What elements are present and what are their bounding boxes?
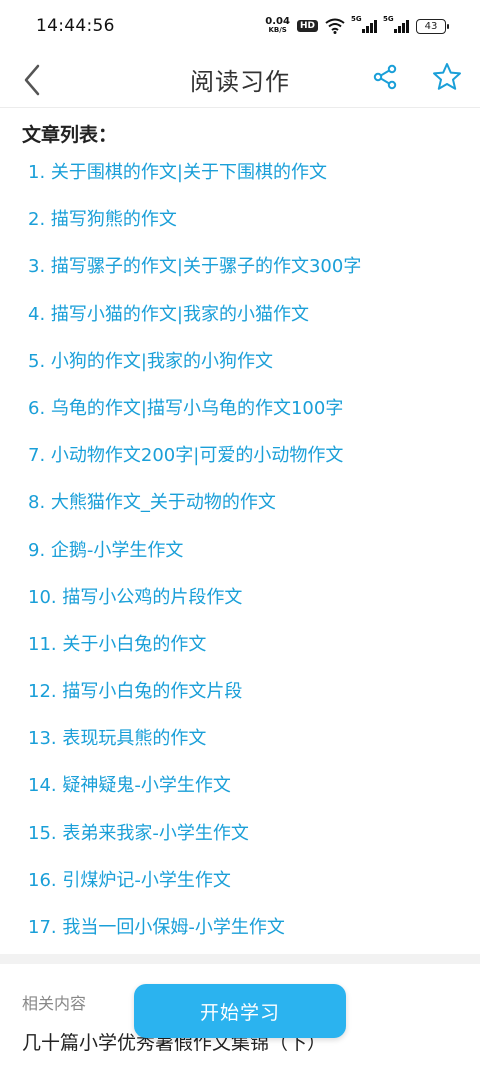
network-speed: 0.04 KB/S xyxy=(265,16,290,35)
article-list-section: 文章列表： 1. 关于围棋的作文|关于下围棋的作文 2. 描写狗熊的作文 3. … xyxy=(0,108,480,954)
start-learning-button[interactable]: 开始学习 xyxy=(134,984,346,1038)
page-title: 阅读习作 xyxy=(190,68,290,96)
article-item[interactable]: 12. 描写小白兔的作文片段 xyxy=(28,677,361,724)
article-item[interactable]: 14. 疑神疑鬼-小学生作文 xyxy=(28,771,361,818)
article-list: 1. 关于围棋的作文|关于下围棋的作文 2. 描写狗熊的作文 3. 描写骡子的作… xyxy=(28,158,361,960)
battery-icon: 43 xyxy=(416,18,449,34)
article-item[interactable]: 8. 大熊猫作文_关于动物的作文 xyxy=(28,488,361,535)
signal-icon: 5G xyxy=(351,15,377,33)
wifi-icon xyxy=(325,18,345,34)
article-item[interactable]: 1. 关于围棋的作文|关于下围棋的作文 xyxy=(28,158,361,205)
article-item[interactable]: 11. 关于小白兔的作文 xyxy=(28,630,361,677)
article-item[interactable]: 16. 引煤炉记-小学生作文 xyxy=(28,866,361,913)
section-divider xyxy=(0,954,480,964)
favorite-star-icon[interactable] xyxy=(432,62,462,92)
article-item[interactable]: 5. 小狗的作文|我家的小狗作文 xyxy=(28,347,361,394)
share-icon[interactable] xyxy=(372,64,398,90)
signal-icon-2: 5G xyxy=(383,15,409,33)
article-item[interactable]: 10. 描写小公鸡的片段作文 xyxy=(28,583,361,630)
status-time: 14:44:56 xyxy=(36,16,115,36)
nav-bar: 阅读习作 xyxy=(0,52,480,108)
article-item[interactable]: 6. 乌龟的作文|描写小乌龟的作文100字 xyxy=(28,394,361,441)
article-list-header: 文章列表： xyxy=(22,124,118,146)
hd-badge: HD xyxy=(296,20,318,32)
related-content-label: 相关内容 xyxy=(22,994,87,1013)
article-item[interactable]: 13. 表现玩具熊的作文 xyxy=(28,724,361,771)
article-item[interactable]: 15. 表弟来我家-小学生作文 xyxy=(28,819,361,866)
status-icons: 0.04 KB/S HD 5G 5G 43 xyxy=(265,15,449,35)
article-item[interactable]: 4. 描写小猫的作文|我家的小猫作文 xyxy=(28,300,361,347)
article-item[interactable]: 3. 描写骡子的作文|关于骡子的作文300字 xyxy=(28,252,361,299)
article-item[interactable]: 9. 企鹅-小学生作文 xyxy=(28,536,361,583)
article-item[interactable]: 7. 小动物作文200字|可爱的小动物作文 xyxy=(28,441,361,488)
status-bar: 14:44:56 0.04 KB/S HD 5G 5G 43 xyxy=(0,0,480,52)
article-item[interactable]: 2. 描写狗熊的作文 xyxy=(28,205,361,252)
